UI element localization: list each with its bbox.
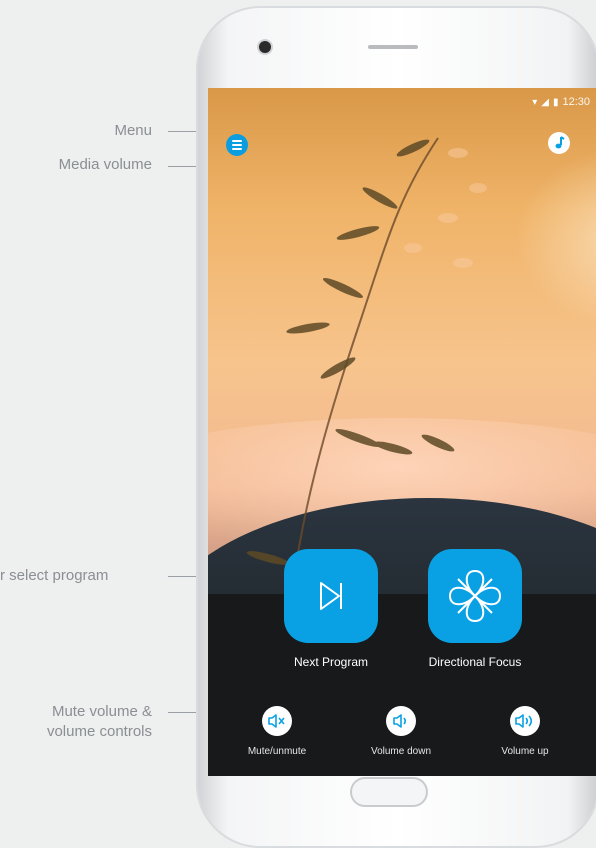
background-grass (246, 137, 487, 628)
callout-mute-line2: volume controls (46, 723, 152, 740)
mute-button[interactable] (262, 706, 292, 736)
menu-button[interactable] (226, 134, 248, 156)
callout-mute-controls: Mute volume & volume controls (47, 702, 152, 742)
battery-icon: ▮ (552, 96, 559, 108)
volume-up-label: Volume up (501, 746, 549, 757)
callout-select-program: r select program (0, 567, 109, 584)
clover-focus-icon (448, 569, 502, 623)
speaker-low-icon (393, 714, 407, 728)
volume-down-label: Volume down (370, 746, 432, 757)
callout-mute-line1: Mute volume & (51, 703, 152, 720)
speaker-high-icon (515, 714, 533, 728)
callout-media-volume: Media volume (58, 156, 152, 173)
next-program-button[interactable] (284, 549, 378, 643)
wifi-icon: ▾ (532, 96, 538, 108)
front-camera (259, 41, 271, 53)
next-program-label: Next Program (293, 655, 369, 669)
callout-menu: Menu (114, 122, 152, 139)
directional-focus-button[interactable] (428, 549, 522, 643)
speaker-mute-icon (268, 714, 285, 728)
status-time: 12:30 (562, 96, 590, 108)
hamburger-icon (226, 134, 248, 156)
volume-up-button[interactable] (510, 706, 540, 736)
home-button[interactable] (350, 777, 428, 807)
app-screen: ▾ ◢ ▮ 12:30 Next Program Directional Foc… (208, 88, 596, 776)
volume-down-button[interactable] (386, 706, 416, 736)
status-bar: ▾ ◢ ▮ 12:30 (532, 96, 590, 108)
directional-focus-label: Directional Focus (428, 655, 522, 669)
earpiece-speaker (368, 45, 418, 49)
media-volume-button[interactable] (548, 132, 570, 154)
mute-label: Mute/unmute (247, 746, 307, 757)
skip-next-icon (320, 582, 342, 610)
signal-icon: ◢ (541, 96, 549, 108)
music-note-icon (555, 136, 565, 149)
